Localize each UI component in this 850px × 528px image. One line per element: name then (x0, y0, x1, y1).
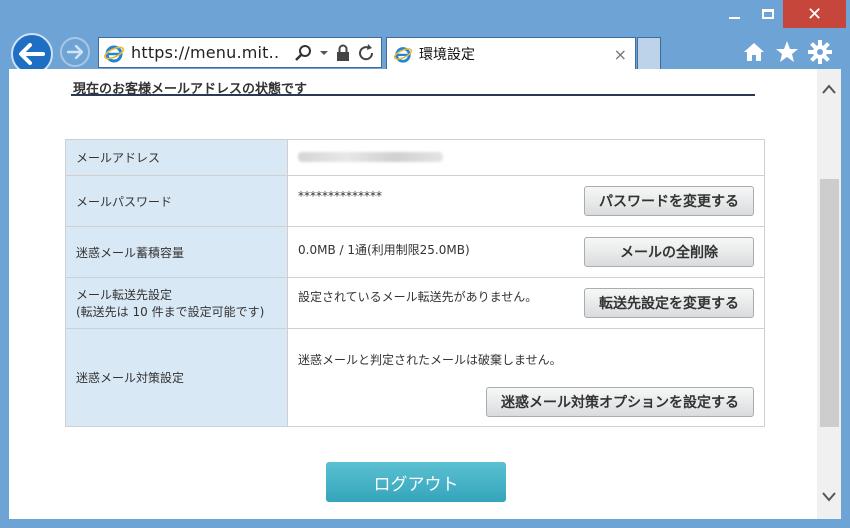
spam-options-button[interactable]: 迷惑メール対策オプションを設定する (486, 387, 754, 417)
scroll-thumb[interactable] (820, 179, 839, 427)
forwarding-cell: 設定されているメール転送先がありません。 転送先設定を変更する (287, 277, 765, 329)
row-label: メール転送先設定 (転送先は 10 件まで設定可能です) (65, 277, 288, 329)
new-tab-button[interactable] (637, 37, 661, 70)
ie-tab-icon (393, 47, 413, 63)
change-password-button[interactable]: パスワードを変更する (584, 186, 754, 216)
arrow-right-icon (67, 45, 83, 59)
table-row: メールアドレス (65, 139, 765, 176)
row-label: 迷惑メール対策設定 (65, 328, 288, 427)
favorites-button[interactable] (773, 38, 801, 66)
row-label: メールパスワード (65, 175, 288, 227)
mail-address-value (287, 139, 765, 176)
password-cell: ************** パスワードを変更する (287, 175, 765, 227)
row-label: メールアドレス (65, 139, 288, 176)
chevron-down-icon (822, 492, 836, 502)
redacted-email (298, 151, 443, 162)
scroll-up-button[interactable] (817, 77, 841, 101)
delete-all-mail-button[interactable]: メールの全削除 (584, 237, 754, 267)
section-heading: 現在のお客様メールアドレスの状態です (71, 78, 755, 97)
forwarding-value: 設定されているメール転送先がありません。 (298, 290, 538, 304)
close-icon: ✕ (806, 3, 823, 25)
home-button[interactable] (740, 38, 768, 66)
settings-button[interactable] (806, 38, 834, 66)
tab-close-icon[interactable]: × (614, 45, 627, 64)
chevron-up-icon (822, 84, 836, 94)
vertical-scrollbar[interactable] (817, 69, 841, 519)
ie-logo-icon (103, 45, 125, 62)
gear-icon (808, 40, 832, 64)
lock-icon[interactable] (335, 44, 351, 62)
address-bar[interactable]: https://menu.mit... (98, 37, 382, 68)
change-forwarding-button[interactable]: 転送先設定を変更する (584, 288, 754, 318)
scroll-down-button[interactable] (817, 485, 841, 509)
window-close-button[interactable]: ✕ (783, 0, 846, 28)
tab-settings[interactable]: 環境設定 × (386, 37, 636, 70)
search-icon[interactable] (295, 44, 313, 62)
spam-settings-cell: 迷惑メールと判定されたメールは破棄しません。 迷惑メール対策オプションを設定する (287, 328, 765, 427)
spam-storage-value: 0.0MB / 1通(利用制限25.0MB) (298, 243, 470, 257)
forward-button[interactable] (60, 37, 90, 67)
minimize-button[interactable] (714, 0, 754, 28)
star-icon (776, 41, 798, 62)
row-label-line1: メール転送先設定 (76, 288, 173, 302)
row-label: 迷惑メール蓄積容量 (65, 226, 288, 278)
password-value: ************** (298, 189, 382, 203)
chevron-down-icon[interactable] (319, 49, 329, 57)
mail-status-table: メールアドレス メールパスワード ************** パスワードを変更… (65, 139, 765, 427)
maximize-button[interactable] (754, 0, 782, 28)
browser-window: ✕ https://menu.mit... 環境設定 × 現在のお客様メールアド… (0, 0, 850, 528)
refresh-icon[interactable] (357, 43, 375, 62)
address-text[interactable]: https://menu.mit... (131, 43, 279, 62)
table-row: メールパスワード ************** パスワードを変更する (65, 175, 765, 227)
table-row: 迷惑メール対策設定 迷惑メールと判定されたメールは破棄しません。 迷惑メール対策… (65, 328, 765, 427)
logout-button[interactable]: ログアウト (326, 462, 506, 502)
arrow-left-icon (19, 43, 45, 65)
tab-title: 環境設定 (419, 47, 475, 63)
page-content: 現在のお客様メールアドレスの状態です メールアドレス メールパスワード ****… (9, 69, 817, 519)
home-icon (744, 43, 764, 61)
row-label-line2: (転送先は 10 件まで設定可能です) (76, 305, 265, 319)
spam-settings-value: 迷惑メールと判定されたメールは破棄しません。 (298, 353, 562, 367)
spam-storage-cell: 0.0MB / 1通(利用制限25.0MB) メールの全削除 (287, 226, 765, 278)
table-row: 迷惑メール蓄積容量 0.0MB / 1通(利用制限25.0MB) メールの全削除 (65, 226, 765, 278)
table-row: メール転送先設定 (転送先は 10 件まで設定可能です) 設定されているメール転… (65, 277, 765, 329)
